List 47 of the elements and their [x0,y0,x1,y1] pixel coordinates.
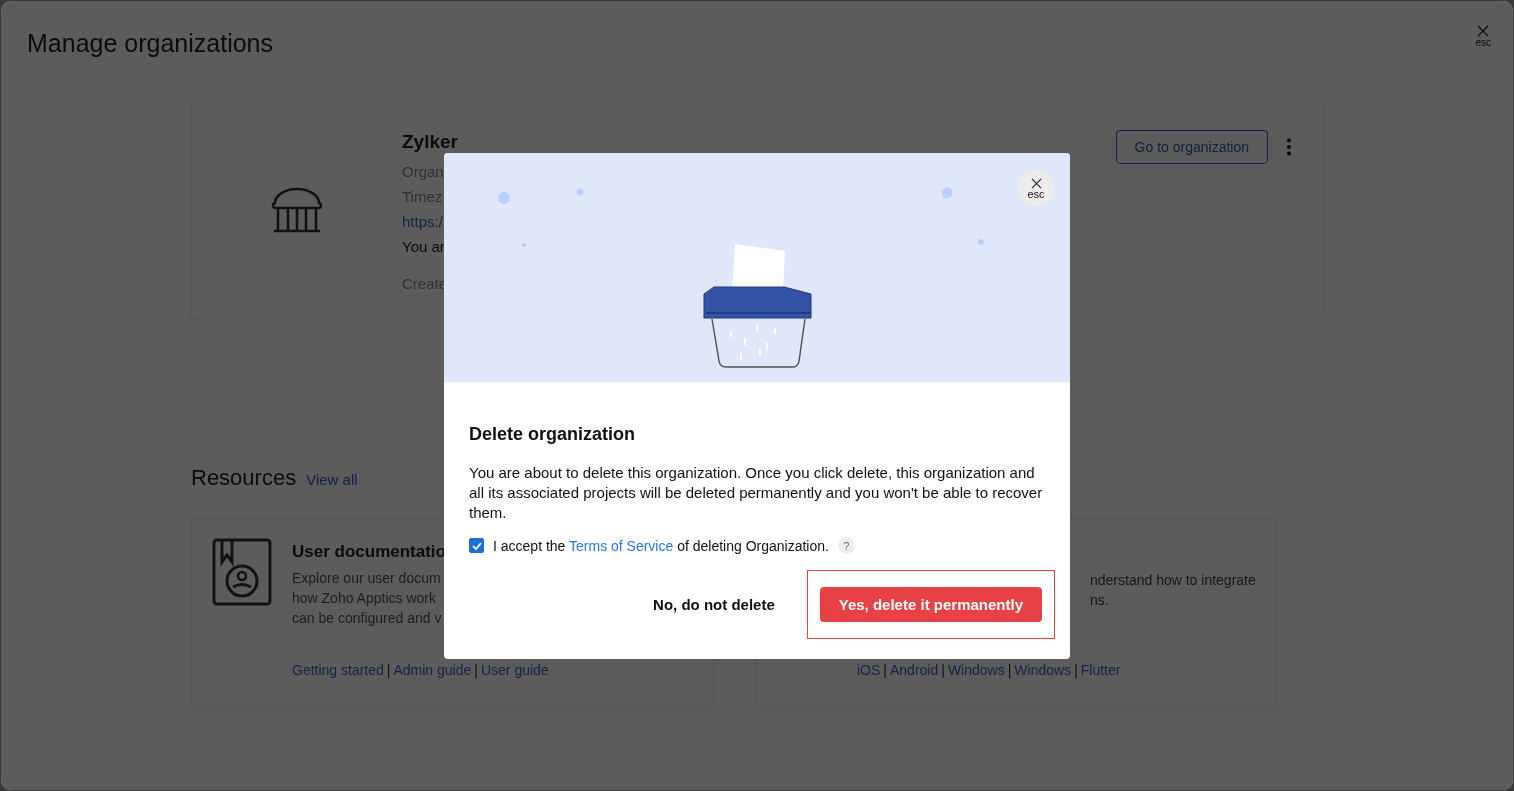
organization-name: Zylker [402,131,458,153]
resource-description: nderstand how to integrate [1090,571,1256,590]
resource-link[interactable]: Getting started [292,662,384,678]
resource-link[interactable]: Windows [947,662,1005,678]
resource-description: how Zoho Apptics work [292,589,437,608]
close-button[interactable]: esc [1475,25,1491,48]
resource-link[interactable]: iOS [857,662,881,678]
link-separator: | [1074,662,1078,678]
bubble-icon [978,239,984,245]
link-separator: | [386,662,391,678]
terms-of-service-link[interactable]: Terms of Service [569,537,674,554]
page-title: Manage organizations [27,29,273,58]
bubble-icon [521,242,527,248]
resource-link[interactable]: User guide [480,662,549,678]
close-icon [1030,177,1042,189]
resource-title: User documentatio [292,542,446,562]
consent-text: I accept the Terms of Service of deleting Organization. [493,537,829,554]
dialog-title: Delete organization [469,424,637,445]
dialog-message: You are about to delete this organization. Once you click delete, this organization and all its associated projects will be deleted permanently and you won't be able to recover them. [469,463,1044,523]
organization-text: You ar [402,237,445,256]
cancel-button[interactable]: No, do not delete [647,595,781,614]
link-separator: | [883,662,887,678]
section-title: Resources [191,465,297,491]
user-guide-icon [212,538,272,606]
delete-button[interactable]: Yes, delete it permanently [819,587,1042,622]
link-separator: | [474,662,478,678]
close-icon [1477,25,1490,37]
link-separator: | [1007,662,1012,678]
link-separator: | [941,662,945,678]
bubble-icon [576,188,584,196]
help-icon[interactable]: ? [837,537,855,554]
more-options-icon[interactable] [1286,138,1292,156]
resource-link[interactable]: Android [890,662,939,678]
resource-link[interactable]: Admin guide [393,662,472,678]
organization-url[interactable]: https:/ [402,212,443,231]
close-button[interactable]: esc [1018,170,1054,206]
resource-description: Explore our user docum [292,569,442,588]
view-all-link[interactable]: View all [306,471,358,488]
resource-description: can be configured and v [292,609,443,628]
go-to-organization-button[interactable]: Go to organization [1115,130,1268,164]
building-icon [271,187,323,233]
resource-description: ns. [1090,591,1110,610]
resource-link[interactable]: Flutter [1080,662,1121,678]
accept-checkbox[interactable] [469,538,484,553]
resource-link[interactable]: Windows [1014,662,1072,678]
bubble-icon [498,192,510,204]
bubble-icon [941,187,953,199]
